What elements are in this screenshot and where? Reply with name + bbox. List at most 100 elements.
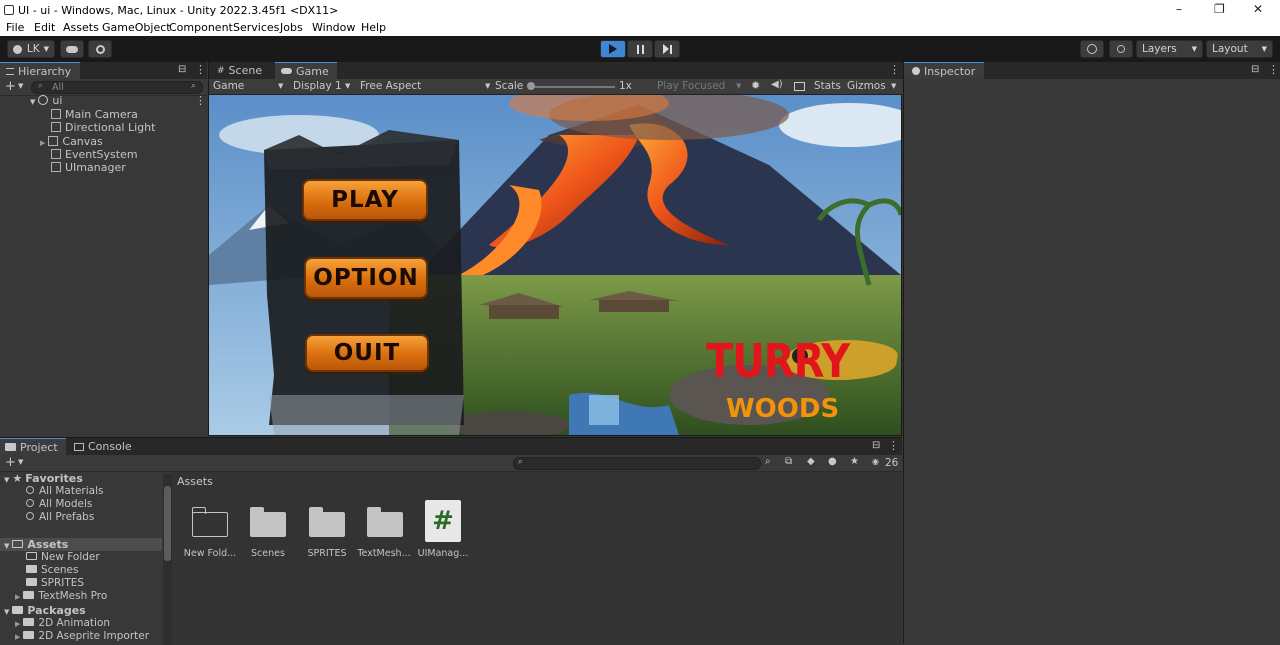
- chevron-down-icon[interactable]: ▼: [736, 82, 741, 90]
- assets-header[interactable]: ▼ Assets: [4, 538, 68, 551]
- label-icon[interactable]: ◆: [807, 456, 815, 467]
- display-dropdown[interactable]: Display 1: [293, 80, 342, 92]
- close-button[interactable]: ✕: [1253, 2, 1263, 16]
- stats-button[interactable]: Stats: [814, 80, 841, 92]
- chevron-down-icon[interactable]: ▼: [18, 82, 23, 90]
- lock-icon[interactable]: ⊟: [872, 440, 880, 451]
- tab-inspector[interactable]: Inspector: [904, 62, 984, 79]
- more-options-icon[interactable]: ⋮: [889, 63, 900, 76]
- tab-console[interactable]: Console: [70, 438, 136, 455]
- bug-icon[interactable]: ✹: [751, 79, 760, 92]
- folder-icon: [26, 565, 37, 573]
- chevron-down-icon[interactable]: ▼: [345, 82, 350, 90]
- chevron-down-icon[interactable]: ▼: [891, 82, 896, 90]
- lock-icon[interactable]: ⊟: [178, 64, 186, 75]
- layout-dropdown[interactable]: Layout ▼: [1206, 40, 1273, 58]
- account-button[interactable]: LK ▼: [7, 40, 55, 58]
- search-button[interactable]: [1109, 40, 1133, 58]
- more-options-icon[interactable]: ⋮: [195, 63, 206, 76]
- lock-icon[interactable]: ⊟: [1251, 64, 1259, 75]
- favorite-all-prefabs[interactable]: All Prefabs: [26, 511, 94, 524]
- scale-slider[interactable]: [529, 86, 615, 88]
- project-search-input[interactable]: ⌕: [513, 457, 761, 470]
- unity-logo-icon: [4, 5, 14, 15]
- hierarchy-item-uimanager[interactable]: UImanager: [51, 161, 126, 174]
- project-breadcrumb[interactable]: Assets: [177, 475, 213, 488]
- play-button[interactable]: [600, 40, 626, 58]
- hierarchy-item-canvas[interactable]: ▶ Canvas: [40, 135, 103, 148]
- chevron-right-icon: ▶: [15, 593, 21, 601]
- undo-history-button[interactable]: [1080, 40, 1104, 58]
- tree-folder-new-folder[interactable]: New Folder: [26, 551, 100, 564]
- tree-scrollbar[interactable]: [163, 474, 172, 645]
- menu-gameobject[interactable]: GameObject: [102, 21, 171, 34]
- mute-audio-icon[interactable]: ◀): [771, 79, 783, 90]
- search-by-type-icon[interactable]: ⌕: [765, 456, 771, 467]
- hierarchy-search-input[interactable]: ⌕ All ⌕: [31, 81, 203, 94]
- folder-icon: [26, 578, 37, 586]
- cloud-button[interactable]: [60, 40, 84, 58]
- hierarchy-item-eventsystem[interactable]: EventSystem: [51, 148, 138, 161]
- minimize-button[interactable]: –: [1176, 2, 1182, 16]
- scale-slider-handle[interactable]: [527, 82, 535, 90]
- tree-folder-sprites[interactable]: SPRITES: [26, 577, 84, 590]
- tree-folder-textmesh-pro[interactable]: ▶ TextMesh Pro: [15, 590, 107, 603]
- chevron-down-icon[interactable]: ▼: [278, 82, 283, 90]
- favorite-star-icon[interactable]: ★: [850, 456, 859, 467]
- menu-assets[interactable]: Assets: [63, 21, 99, 34]
- asset-folder-sprites[interactable]: [309, 507, 345, 537]
- asset-folder-textmesh[interactable]: [367, 507, 403, 537]
- favorites-header[interactable]: ▼ ★ Favorites: [4, 472, 83, 485]
- hierarchy-item-directional-light[interactable]: Directional Light: [51, 121, 155, 134]
- tree-folder-scenes[interactable]: Scenes: [26, 564, 78, 577]
- menu-services[interactable]: Services: [233, 21, 279, 34]
- menu-help[interactable]: Help: [361, 21, 386, 34]
- quit-menu-button[interactable]: OUIT: [305, 334, 429, 372]
- more-options-icon[interactable]: ⋮: [888, 439, 899, 452]
- add-icon[interactable]: +: [5, 455, 16, 470]
- layers-dropdown[interactable]: Layers ▼: [1136, 40, 1203, 58]
- maximize-button[interactable]: ❐: [1214, 2, 1225, 16]
- menu-window[interactable]: Window: [312, 21, 355, 34]
- menu-component[interactable]: Component: [169, 21, 233, 34]
- asset-folder-scenes[interactable]: [250, 507, 286, 537]
- filter-type-icon[interactable]: ⧉: [785, 456, 792, 467]
- add-icon[interactable]: +: [5, 79, 16, 94]
- search-options-icon: ⌕: [191, 81, 197, 91]
- scene-more-icon[interactable]: ⋮: [195, 94, 206, 107]
- tree-package-2d-aseprite[interactable]: ▶ 2D Aseprite Importer: [15, 630, 149, 643]
- play-menu-button[interactable]: PLAY: [302, 179, 428, 221]
- scale-value: 1x: [619, 80, 632, 92]
- game-viewport[interactable]: PLAY OPTION OUIT TURRY WOODS: [209, 95, 901, 435]
- gizmos-button[interactable]: Gizmos: [847, 80, 886, 92]
- step-button[interactable]: [654, 40, 680, 58]
- game-mode-dropdown[interactable]: Game: [213, 80, 244, 92]
- chevron-down-icon[interactable]: ▼: [485, 82, 490, 90]
- tab-scene[interactable]: # Scene: [209, 62, 273, 79]
- menu-file[interactable]: File: [6, 21, 24, 34]
- pause-button[interactable]: [627, 40, 653, 58]
- hierarchy-scene-root[interactable]: ▼ ui: [30, 94, 62, 107]
- tab-hierarchy[interactable]: Hierarchy: [0, 62, 80, 79]
- hierarchy-item-main-camera[interactable]: Main Camera: [51, 108, 138, 121]
- more-options-icon[interactable]: ⋮: [1268, 63, 1279, 76]
- packages-header[interactable]: ▼ Packages: [4, 604, 86, 617]
- tab-game[interactable]: Game: [275, 62, 337, 79]
- csharp-script-icon[interactable]: #: [425, 500, 461, 542]
- menu-jobs[interactable]: Jobs: [280, 21, 303, 34]
- gameobject-cube-icon: [51, 109, 61, 119]
- option-menu-button[interactable]: OPTION: [304, 257, 428, 299]
- tree-package-2d-animation[interactable]: ▶ 2D Animation: [15, 617, 110, 630]
- asset-folder-new-folder[interactable]: [192, 507, 228, 537]
- chevron-down-icon[interactable]: ▼: [18, 458, 23, 466]
- menu-edit[interactable]: Edit: [34, 21, 55, 34]
- favorite-all-models[interactable]: All Models: [26, 498, 92, 511]
- tab-project[interactable]: Project: [0, 438, 66, 455]
- collab-button[interactable]: [88, 40, 112, 58]
- aspect-dropdown[interactable]: Free Aspect: [360, 80, 421, 92]
- keyboard-icon[interactable]: [794, 82, 805, 91]
- visibility-eye-icon[interactable]: ◉: [872, 457, 879, 466]
- play-focused-dropdown[interactable]: Play Focused: [657, 80, 725, 92]
- favorite-all-materials[interactable]: All Materials: [26, 485, 103, 498]
- hidden-packages-icon[interactable]: ●: [828, 456, 837, 467]
